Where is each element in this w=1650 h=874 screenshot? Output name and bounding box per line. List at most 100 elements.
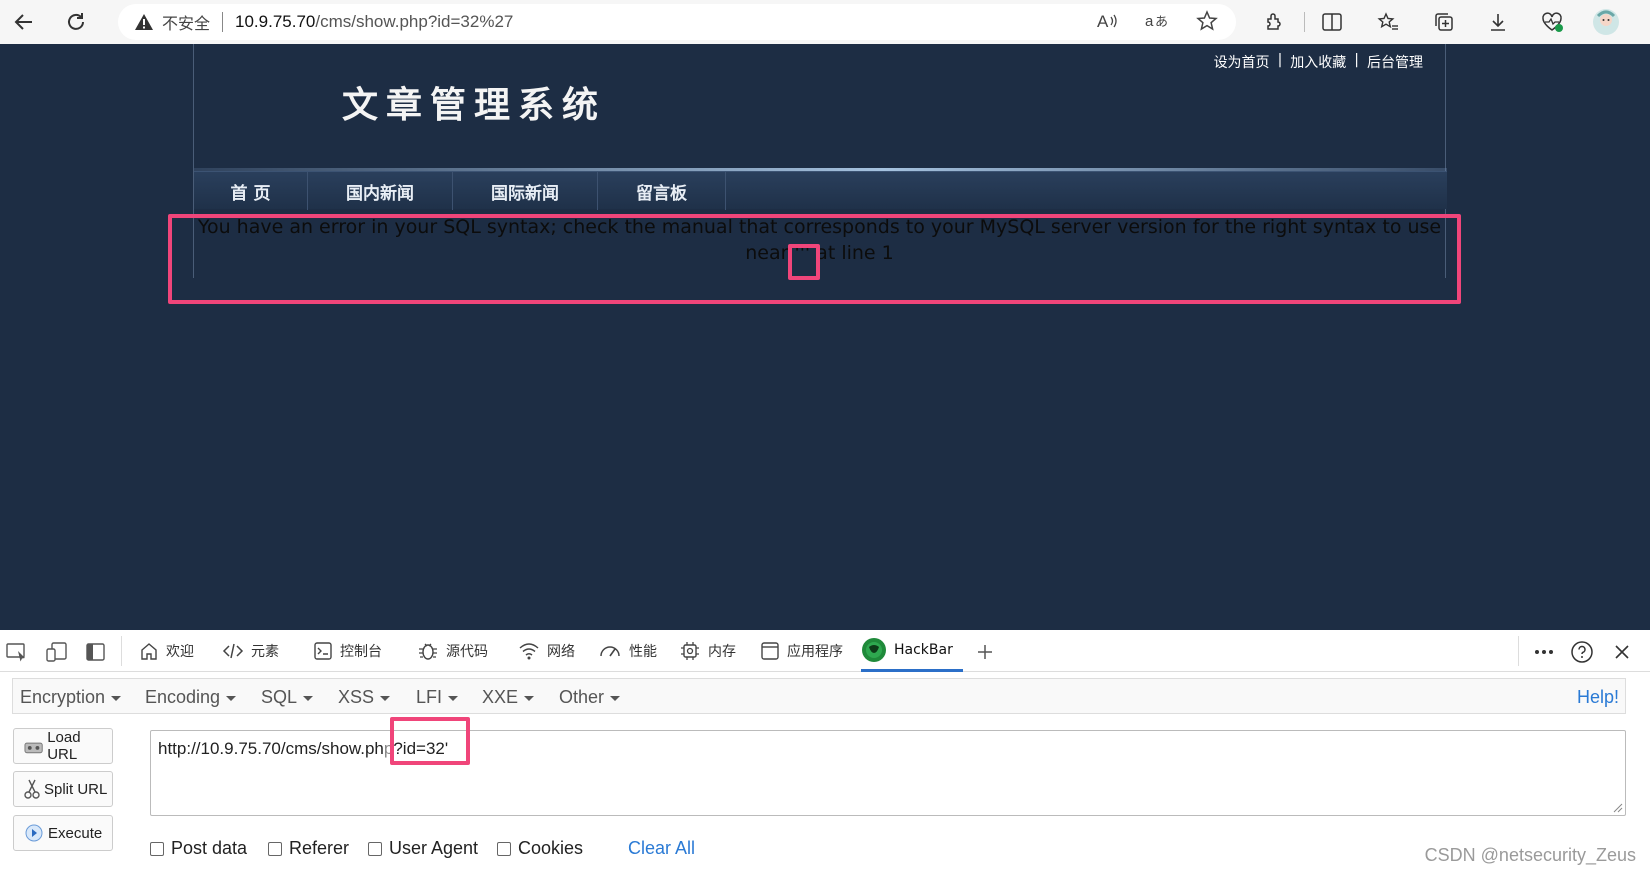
browser-toolbar: 不安全 10.9.75.70/cms/show.php?id=32%27 A a… <box>0 0 1650 44</box>
watermark: CSDN @netsecurity_Zeus <box>1424 845 1636 865</box>
menu-lfi-label: LFI <box>416 687 443 707</box>
extensions-icon[interactable] <box>1258 6 1290 38</box>
execute-button[interactable]: Execute <box>13 815 113 851</box>
address-separator <box>222 12 224 32</box>
split-url-label: Split URL <box>44 780 108 798</box>
console-icon <box>314 642 332 660</box>
load-url-button[interactable]: Load URL <box>13 728 113 764</box>
translate-icon[interactable]: aあ <box>1142 6 1172 36</box>
close-icon[interactable] <box>1610 640 1634 664</box>
set-homepage-link[interactable]: 设为首页 <box>1214 52 1270 72</box>
svg-text:a: a <box>1145 13 1154 30</box>
tab-sources[interactable]: 源代码 <box>417 630 488 672</box>
toolbar-divider <box>1304 12 1305 32</box>
menu-other[interactable]: Other <box>559 687 621 708</box>
svg-text:A: A <box>1097 12 1109 31</box>
resize-grip-icon[interactable] <box>1613 803 1623 813</box>
caret-down-icon <box>111 695 122 701</box>
home-icon <box>141 643 157 660</box>
tab-console-label: 控制台 <box>340 644 382 660</box>
menu-encoding[interactable]: Encoding <box>145 687 237 708</box>
user-agent-option[interactable]: User Agent <box>368 838 478 859</box>
collections-icon[interactable] <box>1428 6 1460 38</box>
scissors-icon <box>24 779 40 799</box>
nav-home[interactable]: 首 页 <box>194 172 308 210</box>
load-url-label: Load URL <box>47 729 81 763</box>
profile-avatar[interactable] <box>1590 6 1622 38</box>
referer-checkbox[interactable] <box>268 841 282 856</box>
referer-label: Referer <box>289 838 350 858</box>
link-separator: | <box>1277 52 1283 68</box>
chip-icon <box>681 642 699 660</box>
tab-performance-label: 性能 <box>629 644 657 660</box>
tab-application[interactable]: 应用程序 <box>760 630 843 672</box>
add-favorite-link[interactable]: 加入收藏 <box>1290 52 1346 72</box>
user-agent-checkbox[interactable] <box>368 841 382 856</box>
quote-highlight-box <box>788 244 820 280</box>
menu-encryption[interactable]: Encryption <box>20 687 122 708</box>
post-data-label: Post data <box>171 838 248 858</box>
url-text[interactable]: 10.9.75.70/cms/show.php?id=32%27 <box>235 12 513 32</box>
menu-sql[interactable]: SQL <box>261 687 314 708</box>
nav-domestic-news[interactable]: 国内新闻 <box>308 172 453 210</box>
hackbar-menu: Encryption Encoding SQL XSS LFI XXE Othe… <box>12 678 1626 714</box>
menu-xxe[interactable]: XXE <box>482 687 535 708</box>
help-link[interactable]: Help! <box>1577 687 1619 708</box>
clear-all-link[interactable]: Clear All <box>628 838 695 859</box>
nav-international-news[interactable]: 国际新闻 <box>453 172 598 210</box>
url-input-prefix: http://10.9.75.70/cms/show.ph <box>158 739 384 758</box>
reload-button[interactable] <box>60 6 92 38</box>
dock-side-icon[interactable] <box>84 640 108 664</box>
back-button[interactable] <box>8 6 40 38</box>
menu-xss[interactable]: XSS <box>338 687 391 708</box>
cookies-checkbox[interactable] <box>497 841 511 856</box>
tab-elements[interactable]: 元素 <box>222 630 279 672</box>
caret-down-icon <box>448 695 459 701</box>
tab-hackbar-label: HackBar <box>894 641 953 658</box>
cookies-option[interactable]: Cookies <box>497 838 583 859</box>
tab-performance[interactable]: 性能 <box>598 630 657 672</box>
address-bar[interactable]: 不安全 10.9.75.70/cms/show.php?id=32%27 <box>118 4 1236 40</box>
tab-console[interactable]: 控制台 <box>313 630 382 672</box>
nav-guestbook[interactable]: 留言板 <box>598 172 726 210</box>
inspect-element-icon[interactable] <box>5 640 29 664</box>
tab-application-label: 应用程序 <box>787 644 843 660</box>
site-title: 文章管理系统 <box>342 84 607 126</box>
tab-welcome[interactable]: 欢迎 <box>139 630 194 672</box>
more-options-icon[interactable] <box>1532 640 1556 664</box>
tab-memory[interactable]: 内存 <box>679 630 736 672</box>
code-icon <box>222 643 244 659</box>
device-emulation-icon[interactable] <box>45 640 69 664</box>
post-data-checkbox[interactable] <box>150 841 164 856</box>
caret-down-icon <box>226 695 237 701</box>
read-aloud-icon[interactable]: A <box>1092 6 1122 36</box>
post-data-option[interactable]: Post data <box>150 838 247 859</box>
url-host: 10.9.75.70 <box>235 12 316 31</box>
add-tab-icon[interactable] <box>973 640 997 664</box>
site-nav: 首 页 国内新闻 国际新闻 留言板 <box>194 171 1447 210</box>
favorites-list-icon[interactable] <box>1372 6 1404 38</box>
tab-network[interactable]: 网络 <box>518 630 575 672</box>
favorite-star-icon[interactable] <box>1192 6 1222 36</box>
menu-xss-label: XSS <box>338 687 375 707</box>
top-links: 设为首页 | 加入收藏 | 后台管理 <box>1214 52 1423 72</box>
download-icon[interactable] <box>1482 6 1514 38</box>
referer-option[interactable]: Referer <box>268 838 349 859</box>
wifi-icon <box>519 643 539 660</box>
admin-link[interactable]: 后台管理 <box>1367 52 1423 72</box>
url-input[interactable]: http://10.9.75.70/cms/show.php?id=32' <box>150 730 1626 816</box>
performance-heart-icon[interactable] <box>1536 6 1568 38</box>
cookies-label: Cookies <box>518 838 584 858</box>
split-screen-icon[interactable] <box>1316 6 1348 38</box>
menu-lfi[interactable]: LFI <box>416 687 459 708</box>
warning-icon[interactable] <box>134 13 156 31</box>
split-url-button[interactable]: Split URL <box>13 771 113 807</box>
tab-hackbar[interactable]: HackBar <box>861 630 963 672</box>
help-icon[interactable] <box>1570 640 1594 664</box>
page-scrollbar[interactable] <box>1644 44 1650 630</box>
url-path: /cms/show.php?id=32%27 <box>315 12 514 31</box>
menu-other-label: Other <box>559 687 605 707</box>
insecure-label[interactable]: 不安全 <box>162 10 210 34</box>
hackbar-icon <box>862 637 886 662</box>
user-agent-label: User Agent <box>389 838 479 858</box>
